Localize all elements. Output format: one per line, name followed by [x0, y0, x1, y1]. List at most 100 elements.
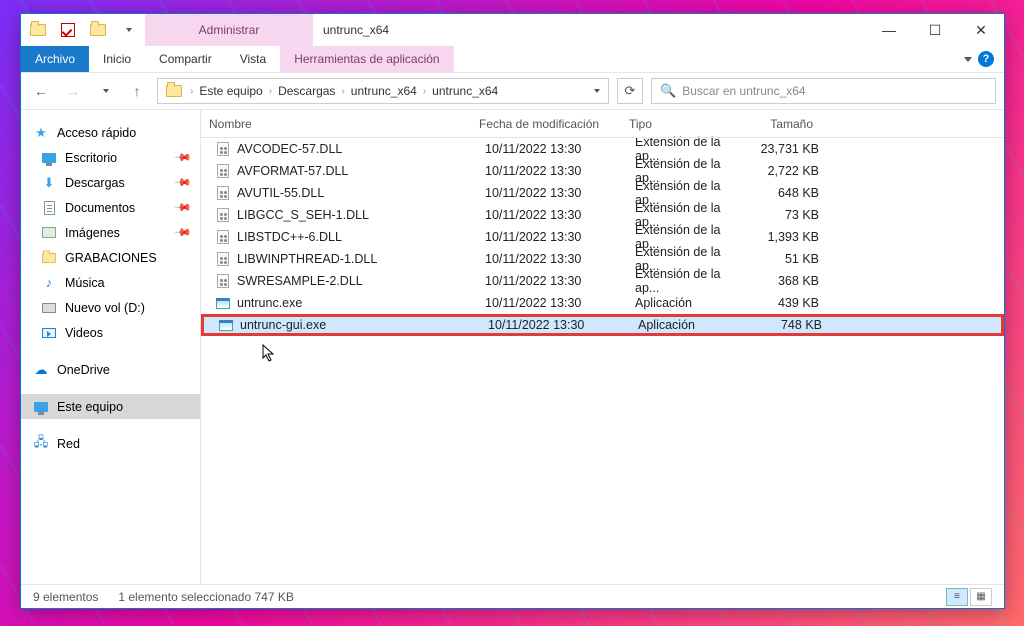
- cloud-icon: ☁: [33, 362, 49, 378]
- up-button[interactable]: ↑: [125, 79, 149, 103]
- file-row[interactable]: untrunc-gui.exe10/11/2022 13:30Aplicació…: [201, 314, 1004, 336]
- chevron-right-icon[interactable]: ›: [265, 86, 276, 97]
- sidebar-item-escritorio[interactable]: Escritorio📌: [21, 145, 200, 170]
- drive-icon: [41, 300, 57, 316]
- sidebar-label: Este equipo: [57, 400, 123, 414]
- video-icon: [41, 325, 57, 341]
- dll-file-icon: [215, 185, 231, 201]
- column-header-type[interactable]: Tipo: [621, 117, 741, 131]
- tab-app-tools[interactable]: Herramientas de aplicación: [280, 46, 453, 72]
- view-details-button[interactable]: ≡: [946, 588, 968, 606]
- ribbon-collapse-icon[interactable]: [964, 57, 972, 62]
- file-date: 10/11/2022 13:30: [477, 274, 627, 288]
- file-size: 648 KB: [747, 186, 827, 200]
- file-row[interactable]: AVFORMAT-57.DLL10/11/2022 13:30Extensión…: [201, 160, 1004, 182]
- status-selection: 1 elemento seleccionado 747 KB: [118, 590, 293, 604]
- tab-view[interactable]: Vista: [226, 46, 280, 72]
- help-icon[interactable]: ?: [978, 51, 994, 67]
- sidebar-item-grabaciones[interactable]: GRABACIONES: [21, 245, 200, 270]
- file-row[interactable]: AVCODEC-57.DLL10/11/2022 13:30Extensión …: [201, 138, 1004, 160]
- chevron-right-icon[interactable]: ›: [337, 86, 348, 97]
- window-title: untrunc_x64: [313, 14, 866, 46]
- pin-icon: 📌: [174, 198, 193, 217]
- chevron-right-icon[interactable]: ›: [419, 86, 430, 97]
- file-list[interactable]: AVCODEC-57.DLL10/11/2022 13:30Extensión …: [201, 138, 1004, 336]
- file-name: LIBGCC_S_SEH-1.DLL: [237, 208, 369, 222]
- sidebar-item-label: Nuevo vol (D:): [65, 301, 145, 315]
- file-row[interactable]: untrunc.exe10/11/2022 13:30Aplicación439…: [201, 292, 1004, 314]
- address-bar[interactable]: › Este equipo › Descargas › untrunc_x64 …: [157, 78, 609, 104]
- qat-newfolder-icon[interactable]: [89, 21, 107, 39]
- minimize-button[interactable]: —: [866, 14, 912, 46]
- download-icon: ⬇: [41, 175, 57, 191]
- status-item-count: 9 elementos: [33, 590, 98, 604]
- file-size: 51 KB: [747, 252, 827, 266]
- sidebar-network[interactable]: 🖧 Red: [21, 431, 200, 456]
- file-row[interactable]: LIBSTDC++-6.DLL10/11/2022 13:30Extensión…: [201, 226, 1004, 248]
- column-header-size[interactable]: Tamaño: [741, 117, 821, 131]
- file-name: AVCODEC-57.DLL: [237, 142, 342, 156]
- file-row[interactable]: LIBWINPTHREAD-1.DLL10/11/2022 13:30Exten…: [201, 248, 1004, 270]
- sidebar-item-nuevo-vol-d-[interactable]: Nuevo vol (D:): [21, 295, 200, 320]
- tab-share[interactable]: Compartir: [145, 46, 226, 72]
- address-history-icon[interactable]: [594, 89, 600, 93]
- view-large-icons-button[interactable]: ▦: [970, 588, 992, 606]
- refresh-button[interactable]: ⟳: [617, 78, 643, 104]
- back-button[interactable]: ←: [29, 79, 53, 103]
- breadcrumb-item[interactable]: untrunc_x64: [430, 84, 500, 98]
- column-header-name[interactable]: Nombre: [201, 117, 471, 131]
- file-row[interactable]: SWRESAMPLE-2.DLL10/11/2022 13:30Extensió…: [201, 270, 1004, 292]
- file-date: 10/11/2022 13:30: [477, 164, 627, 178]
- chevron-right-icon[interactable]: ›: [186, 86, 197, 97]
- breadcrumb-item[interactable]: untrunc_x64: [349, 84, 419, 98]
- sidebar-this-pc[interactable]: Este equipo: [21, 394, 200, 419]
- sidebar-onedrive[interactable]: ☁ OneDrive: [21, 357, 200, 382]
- dll-file-icon: [215, 251, 231, 267]
- sidebar-quick-access[interactable]: ★ Acceso rápido: [21, 120, 200, 145]
- monitor-icon: [41, 150, 57, 166]
- tab-file[interactable]: Archivo: [21, 46, 89, 72]
- search-placeholder: Buscar en untrunc_x64: [682, 84, 805, 98]
- file-row[interactable]: AVUTIL-55.DLL10/11/2022 13:30Extensión d…: [201, 182, 1004, 204]
- document-icon: [41, 200, 57, 216]
- sidebar-item-im-genes[interactable]: Imágenes📌: [21, 220, 200, 245]
- titlebar: Administrar untrunc_x64 — ☐ ✕: [21, 14, 1004, 46]
- search-input[interactable]: 🔍 Buscar en untrunc_x64: [651, 78, 996, 104]
- qat-properties-icon[interactable]: [59, 21, 77, 39]
- dll-file-icon: [215, 163, 231, 179]
- address-folder-icon: [166, 85, 182, 97]
- sidebar-item-label: Descargas: [65, 176, 125, 190]
- status-bar: 9 elementos 1 elemento seleccionado 747 …: [21, 584, 1004, 608]
- column-headers: Nombre Fecha de modificación Tipo Tamaño: [201, 110, 1004, 138]
- file-size: 368 KB: [747, 274, 827, 288]
- maximize-button[interactable]: ☐: [912, 14, 958, 46]
- column-header-date[interactable]: Fecha de modificación: [471, 117, 621, 131]
- sidebar-item-videos[interactable]: Videos: [21, 320, 200, 345]
- file-date: 10/11/2022 13:30: [477, 252, 627, 266]
- qat-customize-icon[interactable]: [119, 21, 137, 39]
- breadcrumb-item[interactable]: Descargas: [276, 84, 337, 98]
- sidebar-item-documentos[interactable]: Documentos📌: [21, 195, 200, 220]
- close-button[interactable]: ✕: [958, 14, 1004, 46]
- sidebar-item-descargas[interactable]: ⬇Descargas📌: [21, 170, 200, 195]
- sidebar-item-m-sica[interactable]: ♪Música: [21, 270, 200, 295]
- quick-access-toolbar: [21, 14, 145, 46]
- breadcrumb-item[interactable]: Este equipo: [197, 84, 264, 98]
- folder-icon: [41, 250, 57, 266]
- sidebar-item-label: Música: [65, 276, 105, 290]
- file-date: 10/11/2022 13:30: [480, 318, 630, 332]
- dll-file-icon: [215, 273, 231, 289]
- recent-locations-icon[interactable]: [93, 79, 117, 103]
- file-size: 1,393 KB: [747, 230, 827, 244]
- forward-button[interactable]: →: [61, 79, 85, 103]
- sidebar-item-label: GRABACIONES: [65, 251, 157, 265]
- ribbon-context-header: Administrar: [145, 14, 313, 46]
- sidebar-item-label: Imágenes: [65, 226, 120, 240]
- file-name: AVUTIL-55.DLL: [237, 186, 324, 200]
- star-icon: ★: [33, 125, 49, 141]
- tab-home[interactable]: Inicio: [89, 46, 145, 72]
- file-row[interactable]: LIBGCC_S_SEH-1.DLL10/11/2022 13:30Extens…: [201, 204, 1004, 226]
- file-name: LIBWINPTHREAD-1.DLL: [237, 252, 377, 266]
- file-date: 10/11/2022 13:30: [477, 230, 627, 244]
- file-type: Aplicación: [627, 296, 747, 310]
